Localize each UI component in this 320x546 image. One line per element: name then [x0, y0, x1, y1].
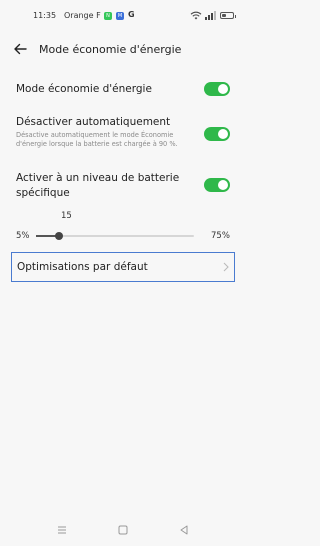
chevron-right-icon [223, 262, 229, 272]
slider-max-label: 75% [211, 231, 230, 241]
default-optimizations-label: Optimisations par défaut [17, 261, 148, 273]
status-indicators [190, 11, 236, 20]
battery-level [222, 14, 226, 17]
battery-level-slider[interactable] [36, 232, 194, 240]
slider-value: 15 [61, 211, 72, 221]
home-square-icon[interactable] [117, 524, 129, 536]
navigation-bar [0, 520, 246, 540]
auto-disable-toggle[interactable] [204, 127, 230, 141]
status-time: 11:35 [33, 11, 57, 20]
battery-trigger-toggle[interactable] [204, 178, 230, 192]
battery-trigger-label-line2: spécifique [16, 187, 70, 199]
battery-icon [220, 12, 236, 19]
slider-min-label: 5% [16, 231, 30, 241]
battery-trigger-label-line1: Activer à un niveau de batterie [16, 172, 180, 184]
back-triangle-icon[interactable] [178, 524, 190, 536]
google-icon: G [128, 10, 135, 19]
menu-icon[interactable] [56, 524, 68, 536]
wifi-icon [190, 11, 202, 20]
signal-icon [205, 11, 216, 20]
toggle-knob [218, 84, 228, 94]
toggle-knob [218, 129, 228, 139]
toggle-knob [218, 180, 228, 190]
arrow-left-icon[interactable] [12, 41, 28, 57]
notification-app-icon: N [104, 12, 112, 20]
app-header: Mode économie d'énergie [0, 36, 246, 64]
auto-disable-description: Désactive automatiquement le mode Économ… [16, 131, 178, 148]
default-optimizations-item[interactable]: Optimisations par défaut [11, 252, 235, 282]
notification-app-icon: M [116, 12, 124, 20]
power-saving-label: Mode économie d'énergie [16, 83, 152, 95]
status-bar: 11:35 Orange F N M G [0, 0, 246, 30]
auto-disable-label: Désactiver automatiquement [16, 116, 171, 128]
page-title: Mode économie d'énergie [39, 43, 182, 56]
power-saving-toggle[interactable] [204, 82, 230, 96]
slider-thumb[interactable] [54, 232, 63, 240]
status-carrier: Orange F [64, 11, 101, 20]
